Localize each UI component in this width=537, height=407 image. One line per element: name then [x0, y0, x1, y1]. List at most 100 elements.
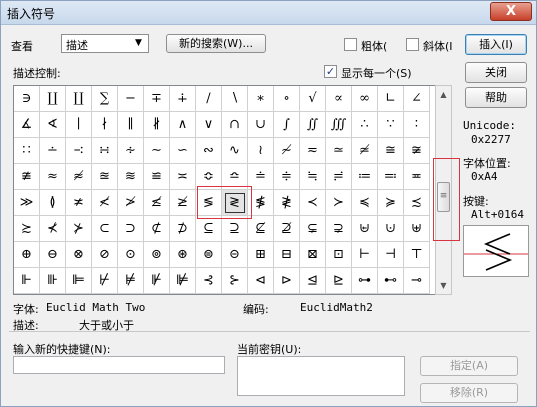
symbol-cell[interactable]: ∭	[326, 112, 352, 138]
symbol-cell[interactable]: ⊷	[378, 268, 404, 294]
symbol-cell[interactable]: ∩	[222, 112, 248, 138]
symbol-cell[interactable]: ⊀	[40, 216, 66, 242]
symbol-cell[interactable]: ⊂	[92, 216, 118, 242]
symbol-cell[interactable]: ≒	[300, 164, 326, 190]
symbol-cell[interactable]: ≭	[66, 190, 92, 216]
symbol-cell[interactable]: ⊩	[14, 268, 40, 294]
symbol-cell[interactable]: ⊲	[248, 268, 274, 294]
close-window-button[interactable]: X	[490, 2, 532, 21]
symbol-cell[interactable]: ∑	[92, 86, 118, 112]
symbol-cell[interactable]: ⊋	[326, 216, 352, 242]
help-button[interactable]: 帮助	[465, 87, 527, 108]
symbol-cell[interactable]: ∘	[274, 86, 300, 112]
symbol-cell[interactable]: ⊞	[248, 242, 274, 268]
symbol-cell[interactable]: ⊎	[404, 216, 430, 242]
scroll-up-icon[interactable]: ▲	[436, 86, 451, 103]
symbol-cell[interactable]: ⊊	[300, 216, 326, 242]
symbol-cell[interactable]: ⊖	[40, 242, 66, 268]
symbol-cell[interactable]: ⊡	[326, 242, 352, 268]
symbol-cell[interactable]: ∺	[92, 138, 118, 164]
symbol-cell[interactable]: ≑	[274, 164, 300, 190]
symbol-cell[interactable]: ≺	[300, 190, 326, 216]
symbol-cell[interactable]: ⊁	[66, 216, 92, 242]
symbol-cell[interactable]: ∋	[14, 86, 40, 112]
symbol-cell[interactable]: ∢	[40, 112, 66, 138]
symbol-cell[interactable]: ≫	[14, 190, 40, 216]
show-each-checkbox[interactable]: ✓	[324, 65, 337, 78]
symbol-cell[interactable]: ⊈	[248, 216, 274, 242]
symbol-cell[interactable]: ⊤	[404, 242, 430, 268]
symbol-cell[interactable]: ∾	[196, 138, 222, 164]
symbol-cell[interactable]: ∕	[196, 86, 222, 112]
symbol-cell[interactable]: ⊄	[144, 216, 170, 242]
symbol-cell[interactable]: ∨	[196, 112, 222, 138]
insert-button[interactable]: 插入(I)	[465, 34, 527, 55]
symbol-cell[interactable]: ∦	[144, 112, 170, 138]
symbol-cell[interactable]: ⊯	[170, 268, 196, 294]
symbol-cell[interactable]: ⊣	[378, 242, 404, 268]
symbol-cell[interactable]: ≽	[378, 190, 404, 216]
symbol-cell[interactable]: ∝	[326, 86, 352, 112]
symbol-cell[interactable]: ∥	[118, 112, 144, 138]
symbol-cell[interactable]: ∿	[222, 138, 248, 164]
symbol-cell[interactable]: ≊	[92, 164, 118, 190]
symbol-cell[interactable]: ⊫	[66, 268, 92, 294]
symbol-cell[interactable]: ≌	[144, 164, 170, 190]
symbol-cell[interactable]: ⊕	[14, 242, 40, 268]
symbol-cell[interactable]: ⊛	[170, 242, 196, 268]
symbol-cell[interactable]: ⊭	[118, 268, 144, 294]
symbol-cell[interactable]: ≻	[326, 190, 352, 216]
symbol-cell[interactable]: ≬	[40, 190, 66, 216]
symbol-cell[interactable]: ≃	[326, 138, 352, 164]
symbol-cell[interactable]: ⊚	[144, 242, 170, 268]
symbol-cell[interactable]: ⊰	[196, 268, 222, 294]
shortcut-input[interactable]	[13, 356, 225, 374]
symbol-cell[interactable]: ≿	[14, 216, 40, 242]
remove-button[interactable]: 移除(R)	[420, 383, 518, 403]
symbol-cell[interactable]: ∓	[144, 86, 170, 112]
symbol-cell[interactable]: ⊮	[144, 268, 170, 294]
symbol-cell[interactable]: ∟	[378, 86, 404, 112]
symbol-cell[interactable]: ⊸	[404, 268, 430, 294]
symbol-cell[interactable]: ⊱	[222, 268, 248, 294]
symbol-cell[interactable]: ∫	[274, 112, 300, 138]
symbol-cell[interactable]: ≍	[170, 164, 196, 190]
symbol-cell[interactable]: ∤	[92, 112, 118, 138]
symbol-cell[interactable]: ⊍	[378, 216, 404, 242]
symbol-cell[interactable]: ⊃	[118, 216, 144, 242]
symbol-cell[interactable]: √	[300, 86, 326, 112]
symbol-cell[interactable]: ≉	[66, 164, 92, 190]
symbol-cell[interactable]: ⊘	[92, 242, 118, 268]
symbol-cell[interactable]: ≹	[274, 190, 300, 216]
new-search-button[interactable]: 新的搜索(W)...	[166, 34, 266, 53]
symbol-cell[interactable]: ⊟	[274, 242, 300, 268]
symbol-cell[interactable]: ⊪	[40, 268, 66, 294]
symbol-cell[interactable]: ⊜	[196, 242, 222, 268]
symbol-cell[interactable]: ⊅	[170, 216, 196, 242]
current-key-list[interactable]	[237, 356, 405, 396]
symbol-cell[interactable]: ≰	[144, 190, 170, 216]
symbol-cell[interactable]: ∷	[14, 138, 40, 164]
symbol-cell[interactable]: ∴	[352, 112, 378, 138]
symbol-cell[interactable]: ≓	[326, 164, 352, 190]
symbol-cell[interactable]: ≔	[352, 164, 378, 190]
symbol-cell[interactable]: ⊆	[196, 216, 222, 242]
symbol-cell[interactable]: ⊳	[274, 268, 300, 294]
symbol-cell[interactable]: ∧	[170, 112, 196, 138]
symbol-cell[interactable]: ⊵	[326, 268, 352, 294]
symbol-cell[interactable]: ∸	[40, 138, 66, 164]
symbol-cell[interactable]: ≾	[404, 190, 430, 216]
symbol-cell[interactable]: ≱	[170, 190, 196, 216]
symbol-cell[interactable]: ∐	[40, 86, 66, 112]
symbol-cell[interactable]: ∗	[248, 86, 274, 112]
symbol-cell[interactable]: ⊶	[352, 268, 378, 294]
symbol-cell[interactable]: ⊬	[92, 268, 118, 294]
symbol-cell[interactable]: ≮	[92, 190, 118, 216]
symbol-cell[interactable]: ∪	[248, 112, 274, 138]
symbol-cell[interactable]: ∼	[144, 138, 170, 164]
symbol-cell[interactable]: ∻	[118, 138, 144, 164]
symbol-cell[interactable]: ⊢	[352, 242, 378, 268]
symbol-cell[interactable]: ∣	[66, 112, 92, 138]
symbol-cell[interactable]: ≕	[378, 164, 404, 190]
symbol-cell[interactable]: ∵	[378, 112, 404, 138]
